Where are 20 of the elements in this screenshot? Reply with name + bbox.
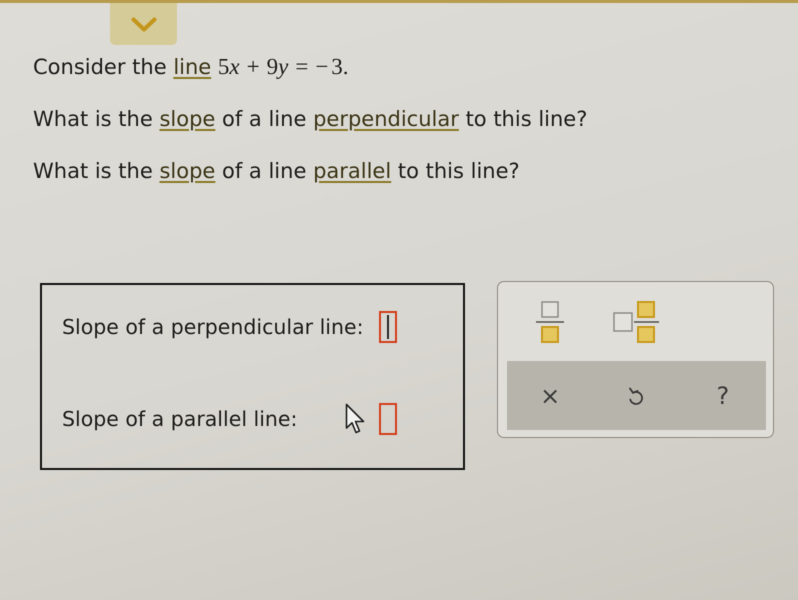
question-text: What is the slope of a line parallel to this line? [33,158,520,185]
answer-label: Slope of a parallel line: [62,407,298,431]
glossary-link[interactable]: parallel [313,159,392,183]
clear-button[interactable]: × [534,380,566,410]
glossary-link[interactable]: slope [159,159,216,183]
question-text: Consider the line 5x + 9y = −3. [33,53,349,81]
undo-icon [628,386,644,406]
mixed-number-button[interactable] [612,300,660,342]
glossary-link[interactable]: line [173,55,212,79]
question-text: What is the slope of a line perpendicular to this line? [33,106,588,133]
glossary-link[interactable]: slope [159,107,216,131]
help-button[interactable]: ? [710,380,736,410]
glossary-link[interactable]: perpendicular [313,107,459,131]
chevron-down-icon [130,16,156,32]
answer-label: Slope of a perpendicular line: [62,315,364,339]
mixed-number-icon [612,300,660,342]
fraction-button[interactable] [536,300,564,342]
fraction-icon [536,300,564,342]
answer-field[interactable] [379,311,397,343]
answer-field[interactable] [379,403,397,435]
